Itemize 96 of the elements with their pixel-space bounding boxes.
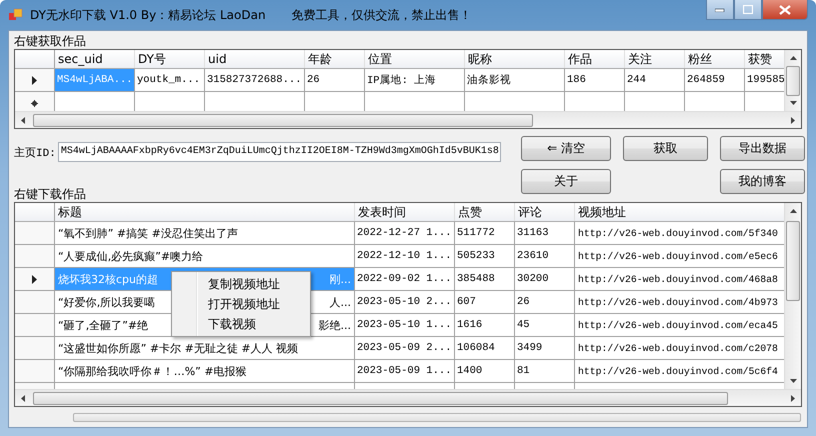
table-cell: youtk_m... [135,69,205,91]
table-cell: 2022-09-02 1... [355,268,455,290]
menu-item[interactable]: 下载视频 [174,314,308,334]
title-text: “氧不到肺” #搞笑 #没忍住笑出了声 [58,226,238,240]
column-header[interactable]: 位置 [365,50,465,68]
scroll-thumb[interactable] [33,114,533,126]
vertical-scrollbar[interactable] [784,203,801,389]
title-text-end: 刚... [330,272,352,286]
table-cell: 2023-05-09 2... [355,337,455,359]
action-button[interactable]: 我的博客 [720,169,805,194]
title-text: “这盛世如你所愿” #卡尔 #无耻之徒 #人人 视频 [58,340,298,356]
table-cell: 26 [515,291,575,313]
scroll-left-icon [21,116,25,124]
scroll-right-icon [791,394,795,402]
minimize-button[interactable] [706,0,734,20]
table-cell: 2023-05-10 2... [355,291,455,313]
row-header[interactable] [15,92,55,111]
column-header[interactable]: uid [205,50,305,68]
row-pointer-icon [32,76,37,84]
table-cell: 2023-05-09 1... [355,360,455,382]
column-header[interactable]: 作品 [565,50,625,68]
scroll-down-icon [790,101,796,105]
title-text-end: 人... [330,294,352,310]
table-cell: 2022-12-10 1... [355,245,455,267]
minimize-icon [715,8,725,12]
table-cell: 45 [515,314,575,336]
title-text-end: 影绝... [318,318,352,332]
scroll-down-icon [790,379,796,383]
window-title: DY无水印下载 V1.0 By：精易论坛 LaoDan [30,6,266,24]
scroll-thumb[interactable] [786,66,800,96]
column-header[interactable]: DY号 [135,50,205,68]
window-notice: 免费工具，仅供交流，禁止出售！ [292,6,472,24]
homepage-id-field[interactable]: MS4wLjABAAAAFxbpRy6vc4EM3rZqDuiLUmcQjthzII2OEI8M-TZH9Wd3mgXmOGhId5vBUK1s8 [58,142,501,162]
title-text: “砸了,全砸了”#绝 [58,318,148,332]
column-header[interactable]: 点赞 [455,203,515,221]
column-header[interactable]: 关注 [625,50,685,68]
table-cell: 2023-05-10 1... [355,314,455,336]
app-icon [8,7,24,23]
table-cell: 385488 [455,268,515,290]
column-header[interactable]: sec_uid [55,50,135,68]
table-cell: 505233 [455,245,515,267]
table-cell: 1400 [455,360,515,382]
table-cell: 26 [305,69,365,91]
table-cell: 264859 [685,69,745,91]
vertical-scrollbar[interactable] [784,50,801,111]
scroll-thumb[interactable] [786,221,800,301]
table-cell: 2022-12-27 1... [355,222,455,244]
horizontal-scrollbar[interactable] [15,389,801,406]
column-header[interactable]: 发表时间 [355,203,455,221]
action-button[interactable]: 关于 [521,169,611,194]
column-header[interactable]: 评论 [515,203,575,221]
maximize-button[interactable] [734,0,762,20]
table-cell: 31163 [515,222,575,244]
table-cell: 3499 [515,337,575,359]
scroll-up-icon [790,209,796,213]
title-text: 烧坏我32核cpu的超 [58,272,158,286]
table-cell: 106084 [455,337,515,359]
scroll-left-icon [21,394,25,402]
table-cell: MS4wLjABA... [55,69,135,91]
homepage-id-label: 主页ID: [14,146,56,160]
action-button[interactable]: 获取 [623,136,708,161]
action-button[interactable]: 导出数据 [720,136,805,161]
table-cell: 511772 [455,222,515,244]
scroll-thumb[interactable] [33,392,728,404]
row-pointer-icon [32,274,37,284]
row-header[interactable] [15,69,55,91]
title-text: “你隔那给我吹呼你＃！…%” #电报猴 [58,364,247,378]
table-cell: 油条影视 [465,69,565,91]
table-cell: 186 [565,69,625,91]
new-row-icon [31,100,38,106]
title-text: “好爱你,所以我要噶 [58,294,156,310]
title-text: “人要成仙,必先疯癫”#噢力给 [58,248,204,264]
close-button[interactable] [762,0,808,20]
menu-item[interactable]: 打开视频地址 [174,294,308,314]
scroll-up-icon [790,56,796,60]
group-label: 右键获取作品 [14,33,87,49]
scroll-right-icon [791,116,795,124]
horizontal-scrollbar[interactable] [15,111,801,128]
table-cell: 607 [455,291,515,313]
maximize-icon [743,5,753,14]
table-cell: 315827372688... [205,69,305,91]
column-header[interactable]: 标题 [55,203,355,221]
close-icon [779,4,791,14]
table-cell: 81 [515,360,575,382]
column-header[interactable]: 年龄 [305,50,365,68]
table-cell: 30200 [515,268,575,290]
column-header[interactable]: 粉丝 [685,50,745,68]
group-label: 右键下载作品 [14,186,87,202]
table-cell: 244 [625,69,685,91]
menu-item[interactable]: 复制视频地址 [174,274,308,294]
row-header[interactable] [15,268,55,290]
table-cell: 23610 [515,245,575,267]
action-button[interactable]: ⇐ 清空 [521,136,611,161]
column-header[interactable]: 昵称 [465,50,565,68]
table-cell: IP属地: 上海 [365,69,465,91]
table-cell: 1616 [455,314,515,336]
